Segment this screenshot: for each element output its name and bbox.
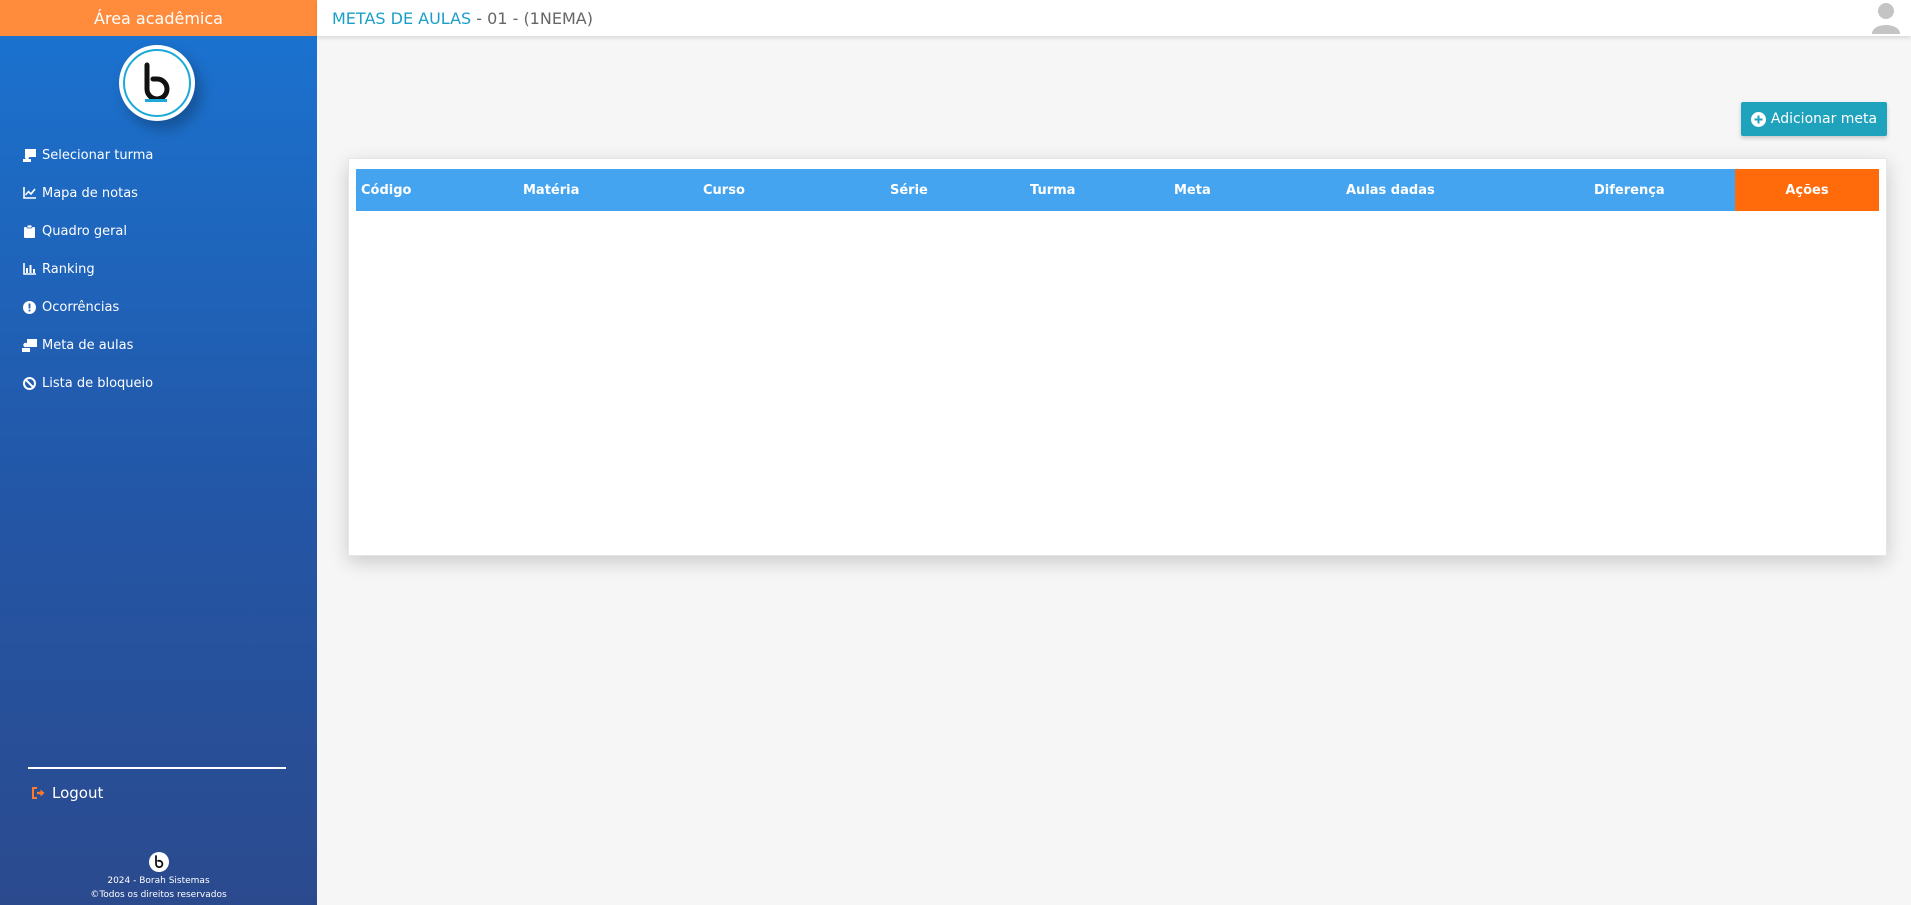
column-header-codigo[interactable]: Código [361, 169, 411, 211]
column-header-serie[interactable]: Série [890, 169, 928, 211]
metas-table-card: Código Matéria Curso Série Turma Meta Au… [348, 158, 1887, 556]
sidebar-header: Área acadêmica [0, 0, 317, 36]
plus-circle-icon [1750, 111, 1766, 127]
sidebar-nav: Selecionar turma Mapa de notas Quadro ge… [0, 136, 317, 402]
sidebar-item-mapa-de-notas[interactable]: Mapa de notas [0, 174, 317, 212]
user-avatar-icon[interactable] [1871, 2, 1901, 34]
logo-ring [123, 49, 191, 117]
column-header-curso[interactable]: Curso [703, 169, 745, 211]
sidebar-item-quadro-geral[interactable]: Quadro geral [0, 212, 317, 250]
sidebar-item-label: Selecionar turma [42, 147, 154, 163]
chalkboard-teacher-icon [22, 148, 37, 162]
sidebar-item-label: Lista de bloqueio [42, 375, 154, 391]
line-chart-icon [22, 186, 37, 200]
sidebar-item-meta-de-aulas[interactable]: Meta de aulas [0, 326, 317, 364]
column-header-materia[interactable]: Matéria [523, 169, 579, 211]
app-root: Área acadêmica Selecionar turma Mapa de … [0, 0, 1911, 905]
sidebar-item-label: Ranking [42, 261, 95, 277]
sidebar-item-label: Ocorrências [42, 299, 120, 315]
sidebar-item-lista-de-bloqueio[interactable]: Lista de bloqueio [0, 364, 317, 402]
table-header: Código Matéria Curso Série Turma Meta Au… [356, 169, 1879, 211]
page-title-accent: METAS DE AULAS [332, 8, 472, 28]
page-title: METAS DE AULAS - 01 - (1NEMA) [332, 9, 593, 28]
clipboard-icon [22, 224, 37, 238]
footer-copyright-year: 2024 - Borah Sistemas [107, 876, 210, 886]
topbar: METAS DE AULAS - 01 - (1NEMA) [317, 0, 1911, 36]
page-title-context: - 01 - (1NEMA) [471, 8, 593, 28]
add-meta-label: Adicionar meta [1770, 111, 1878, 127]
sign-out-icon [32, 787, 46, 799]
column-header-acoes: Ações [1735, 169, 1879, 211]
sidebar-item-label: Meta de aulas [42, 337, 134, 353]
sidebar: Área acadêmica Selecionar turma Mapa de … [0, 0, 317, 905]
sidebar-divider [28, 767, 286, 769]
bar-chart-icon [22, 262, 37, 276]
sidebar-item-selecionar-turma[interactable]: Selecionar turma [0, 136, 317, 174]
footer-logo-icon [148, 852, 169, 872]
column-header-diferenca[interactable]: Diferença [1594, 169, 1665, 211]
sidebar-item-ocorrencias[interactable]: Ocorrências [0, 288, 317, 326]
logout-button[interactable]: Logout [32, 784, 103, 802]
borah-logo-icon [144, 62, 170, 102]
sidebar-item-ranking[interactable]: Ranking [0, 250, 317, 288]
footer-rights: ©Todos os direitos reservados [90, 890, 227, 900]
add-meta-button[interactable]: Adicionar meta [1741, 102, 1887, 136]
sidebar-item-label: Mapa de notas [42, 185, 138, 201]
teacher-screen-icon [22, 338, 37, 352]
sidebar-footer: 2024 - Borah Sistemas ©Todos os direitos… [0, 852, 317, 902]
column-header-turma[interactable]: Turma [1030, 169, 1075, 211]
ban-icon [22, 376, 37, 390]
column-header-meta[interactable]: Meta [1174, 169, 1211, 211]
sidebar-item-label: Quadro geral [42, 223, 128, 239]
exclamation-circle-icon [22, 300, 37, 314]
column-header-aulas-dadas[interactable]: Aulas dadas [1346, 169, 1435, 211]
logout-label: Logout [52, 784, 104, 802]
logo[interactable] [119, 45, 195, 121]
